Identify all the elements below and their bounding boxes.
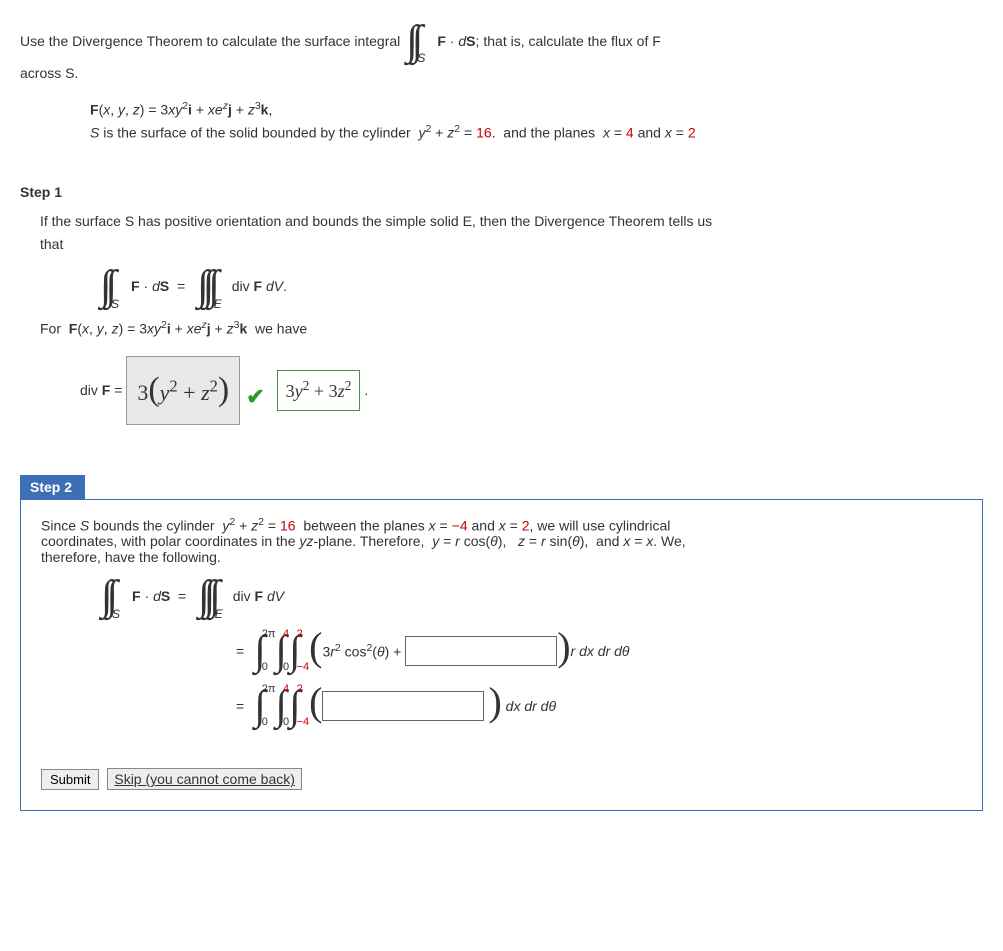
blank-input-1[interactable]	[405, 636, 557, 666]
problem-statement: Use the Divergence Theorem to calculate …	[20, 20, 983, 144]
plane-a-value: 4	[626, 125, 634, 141]
blank-input-2[interactable]	[322, 691, 484, 721]
step2-eq-line2: = ∫ 2π0 ∫ 40 ∫ 2−4 ( 3r2 cos2(θ) + ) r d…	[236, 627, 962, 674]
intro-text-3: across S.	[20, 62, 983, 84]
cylinder-value: 16	[476, 125, 492, 141]
step2-eq-line1: ∫∫ S F · dS = ∫∫∫ E div F dV	[101, 575, 962, 617]
step1-text2: that	[40, 233, 983, 255]
step2-plane-lo: −4	[452, 517, 468, 533]
divf-answer-input[interactable]: 3(y2 + z2)	[126, 356, 240, 424]
step1-text1: If the surface S has positive orientatio…	[40, 210, 983, 232]
checkmark-icon: ✔	[246, 379, 264, 414]
submit-button[interactable]: Submit	[41, 769, 99, 790]
divf-correct-answer: 3y2 + 3z2	[277, 370, 361, 411]
integrand1-pre: 3r2 cos2(θ) +	[322, 642, 405, 660]
integrand2-post: dx dr dθ	[502, 698, 556, 714]
step2-label: Step 2	[20, 475, 85, 499]
step1-content: If the surface S has positive orientatio…	[40, 210, 983, 424]
integrand1-post: r dx dr dθ	[571, 643, 630, 659]
step2-cylinder-val: 16	[280, 517, 296, 533]
step1-label: Step 1	[20, 184, 983, 200]
surface-integral-symbol: ∫∫ S	[406, 20, 431, 62]
divergence-theorem-equation: ∫∫ S F · dS = ∫∫∫ E div F dV.	[100, 265, 983, 307]
plane-b-value: 2	[688, 125, 696, 141]
s-definition: S is the surface of the solid bounded by…	[90, 121, 983, 144]
step2-text: Since S bounds the cylinder y2 + z2 = 16…	[41, 516, 962, 566]
step1-for-text: For F(x, y, z) = 3xy2i + xezj + z3k we h…	[40, 317, 983, 340]
step2-eq-line3: = ∫ 2π0 ∫ 40 ∫ 2−4 ( ) dx dr dθ	[236, 682, 962, 729]
divf-label: div F =	[80, 379, 126, 401]
f-definition: F(x, y, z) = 3xy2i + xezj + z3k,	[90, 98, 983, 121]
intro-text-1: Use the Divergence Theorem to calculate …	[20, 30, 400, 52]
step2-plane-hi: 2	[522, 517, 530, 533]
flux-expression: F · dS;	[437, 30, 479, 52]
step2-box: Since S bounds the cylinder y2 + z2 = 16…	[20, 499, 983, 812]
intro-text-2: that is, calculate the flux of F	[483, 30, 660, 52]
skip-link[interactable]: Skip (you cannot come back)	[107, 768, 302, 790]
